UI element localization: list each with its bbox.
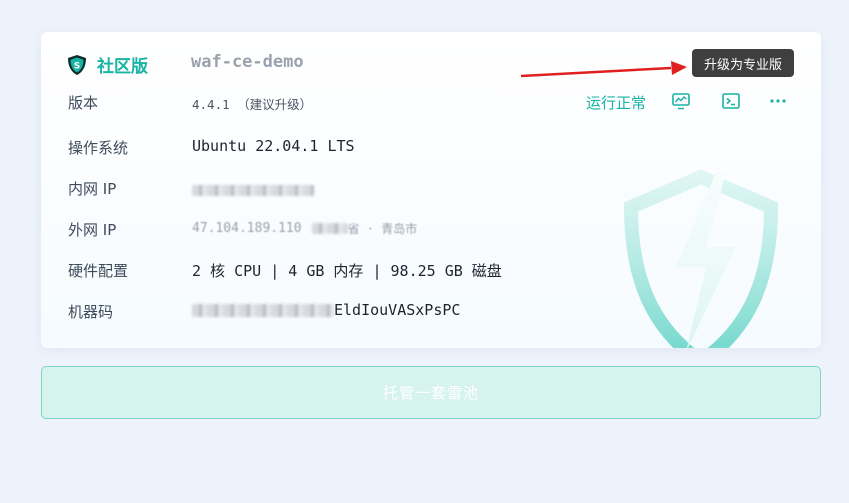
- status-text: 运行正常: [586, 94, 647, 112]
- edition-label: 社区版: [97, 57, 148, 77]
- machine-code-row: EldIouVASxPsPC: [192, 301, 460, 319]
- instance-name: waf-ce-demo: [191, 52, 304, 72]
- more-options-icon[interactable]: [768, 91, 788, 111]
- wan-ip-row: 47.104.189.110 省 · 青岛市: [192, 220, 417, 237]
- annotation-arrow: [520, 61, 687, 78]
- terminal-icon[interactable]: [721, 91, 741, 111]
- version-label: 版本: [68, 94, 99, 112]
- host-pool-button[interactable]: 托管一套雷池: [41, 366, 821, 419]
- wan-ip-label: 外网 IP: [68, 221, 117, 239]
- os-label: 操作系统: [68, 139, 129, 157]
- hardware-label: 硬件配置: [68, 262, 129, 280]
- lan-ip-label: 内网 IP: [68, 180, 117, 198]
- upgrade-tooltip: 升级为专业版: [692, 49, 794, 77]
- lan-ip-value: [192, 180, 314, 199]
- wan-ip-region: 省 · 青岛市: [347, 222, 418, 236]
- shield-logo-icon: S: [68, 54, 86, 75]
- version-value: 4.4.1 （建议升级）: [192, 97, 313, 112]
- machine-code-label: 机器码: [68, 303, 114, 321]
- machine-code-value: EldIouVASxPsPC: [334, 301, 461, 319]
- instance-card: S 社区版 waf-ce-demo 升级为专业版 版本 4.4.1 （建议升级）…: [41, 32, 821, 348]
- os-value: Ubuntu 22.04.1 LTS: [192, 137, 355, 155]
- hardware-value: 2 核 CPU | 4 GB 内存 | 98.25 GB 磁盘: [192, 262, 502, 280]
- wan-ip-value: 47.104.189.110: [192, 221, 302, 236]
- shield-lightning-watermark: [623, 169, 779, 348]
- monitor-icon[interactable]: [671, 91, 691, 111]
- edition-header: S 社区版: [67, 52, 148, 77]
- svg-text:S: S: [74, 61, 80, 71]
